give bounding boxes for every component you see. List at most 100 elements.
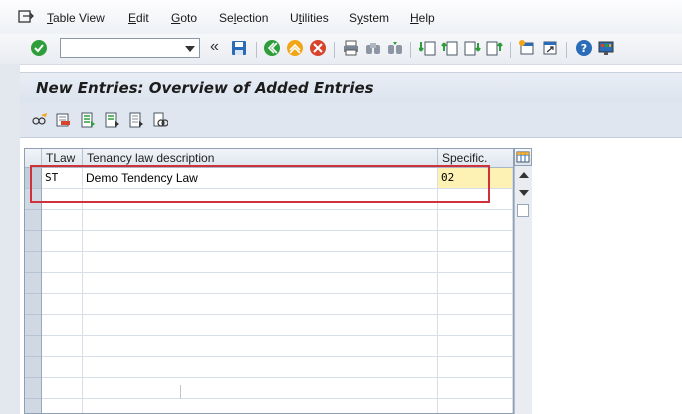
toolbar-separator [510, 42, 511, 58]
table-row[interactable] [42, 399, 513, 413]
cell-tlaw[interactable] [42, 399, 83, 413]
cell-tlaw[interactable] [42, 336, 83, 356]
cell-specific[interactable] [438, 294, 513, 314]
cell-specific[interactable] [438, 189, 513, 209]
row-selector[interactable] [25, 168, 41, 188]
last-page-icon[interactable] [485, 39, 503, 57]
cancel-icon[interactable] [309, 39, 327, 57]
variable-list-icon[interactable] [152, 112, 168, 128]
create-session-icon[interactable] [518, 39, 536, 57]
previous-page-icon[interactable] [441, 39, 459, 57]
cell-description[interactable] [83, 252, 438, 272]
table-row[interactable] [42, 273, 513, 294]
cell-tlaw[interactable] [42, 210, 83, 230]
chevron-down-icon[interactable] [185, 46, 195, 52]
table-header: TLaw Tenancy law description Specific. [25, 149, 513, 168]
cell-specific[interactable] [438, 399, 513, 413]
change-display-icon[interactable] [32, 112, 48, 128]
cell-tlaw[interactable] [42, 294, 83, 314]
back-icon[interactable] [263, 39, 281, 57]
cell-tlaw[interactable]: ST [42, 168, 83, 188]
menu-goto[interactable]: Goto [171, 11, 197, 25]
table-row[interactable] [42, 336, 513, 357]
cell-description[interactable] [83, 189, 438, 209]
column-header-tlaw[interactable]: TLaw [41, 149, 82, 167]
mouse-cursor-icon [180, 385, 181, 399]
cell-specific[interactable] [438, 210, 513, 230]
row-selector-column[interactable] [25, 168, 42, 413]
command-input[interactable] [61, 39, 189, 57]
enter-icon[interactable] [30, 39, 48, 57]
cell-specific[interactable] [438, 231, 513, 251]
command-field[interactable] [60, 38, 200, 58]
table-row[interactable] [42, 357, 513, 378]
find-next-icon[interactable] [386, 39, 404, 57]
cell-tlaw[interactable] [42, 378, 83, 398]
exit-icon[interactable] [286, 39, 304, 57]
menu-bar: Table View Edit Goto Selection Utilities… [0, 0, 682, 34]
collapse-command-icon[interactable]: « [210, 38, 219, 56]
table-settings-icon[interactable] [514, 148, 532, 166]
table-row[interactable] [42, 315, 513, 336]
cell-specific[interactable]: 02 [438, 168, 513, 188]
help-icon[interactable]: ? [575, 39, 593, 57]
cell-specific[interactable] [438, 378, 513, 398]
shortcut-icon[interactable] [541, 39, 559, 57]
cell-description[interactable] [83, 315, 438, 335]
cell-description[interactable]: Demo Tendency Law [83, 168, 438, 188]
print-icon[interactable] [342, 39, 360, 57]
first-page-icon[interactable] [419, 39, 437, 57]
vertical-scrollbar[interactable] [514, 166, 532, 414]
cell-specific[interactable] [438, 357, 513, 377]
menu-selection[interactable]: Selection [219, 11, 268, 25]
cell-description[interactable] [83, 357, 438, 377]
select-block-icon[interactable] [104, 112, 120, 128]
layout-icon[interactable] [597, 39, 615, 57]
cell-description[interactable] [83, 378, 438, 398]
cell-tlaw[interactable] [42, 252, 83, 272]
delete-icon[interactable] [55, 112, 71, 128]
menu-help[interactable]: Help [410, 11, 435, 25]
column-header-specific[interactable]: Specific. [437, 149, 513, 167]
cell-tlaw[interactable] [42, 189, 83, 209]
menu-table-view[interactable]: Table View [47, 11, 105, 25]
toolbar-separator [256, 42, 257, 58]
scroll-up-icon[interactable] [519, 172, 529, 178]
find-icon[interactable] [364, 39, 382, 57]
cell-specific[interactable] [438, 336, 513, 356]
cell-tlaw[interactable] [42, 273, 83, 293]
save-icon[interactable] [230, 39, 248, 57]
table-row[interactable] [42, 189, 513, 210]
select-all-icon[interactable] [80, 112, 96, 128]
cell-specific[interactable] [438, 273, 513, 293]
deselect-all-icon[interactable] [128, 112, 144, 128]
table-row[interactable]: ST Demo Tendency Law 02 [42, 168, 513, 189]
table-row[interactable] [42, 294, 513, 315]
table-row[interactable] [42, 252, 513, 273]
cell-description[interactable] [83, 210, 438, 230]
toolbar-separator [410, 42, 411, 58]
table-row[interactable] [42, 210, 513, 231]
next-page-icon[interactable] [463, 39, 481, 57]
cell-description[interactable] [83, 231, 438, 251]
svg-text:?: ? [581, 42, 587, 55]
column-header-description[interactable]: Tenancy law description [82, 149, 437, 167]
scroll-down-icon[interactable] [519, 190, 529, 196]
menu-edit[interactable]: Edit [128, 11, 149, 25]
cell-description[interactable] [83, 336, 438, 356]
table-row[interactable] [42, 231, 513, 252]
cell-tlaw[interactable] [42, 357, 83, 377]
cell-description[interactable] [83, 273, 438, 293]
cell-description[interactable] [83, 399, 438, 413]
scroll-thumb[interactable] [517, 204, 529, 217]
table-row[interactable] [42, 378, 513, 399]
cell-specific[interactable] [438, 315, 513, 335]
menu-utilities[interactable]: Utilities [290, 11, 329, 25]
application-toolbar [20, 103, 682, 138]
cell-tlaw[interactable] [42, 231, 83, 251]
menu-entry-icon[interactable] [18, 10, 34, 24]
cell-description[interactable] [83, 294, 438, 314]
cell-tlaw[interactable] [42, 315, 83, 335]
cell-specific[interactable] [438, 252, 513, 272]
menu-system[interactable]: System [349, 11, 389, 25]
